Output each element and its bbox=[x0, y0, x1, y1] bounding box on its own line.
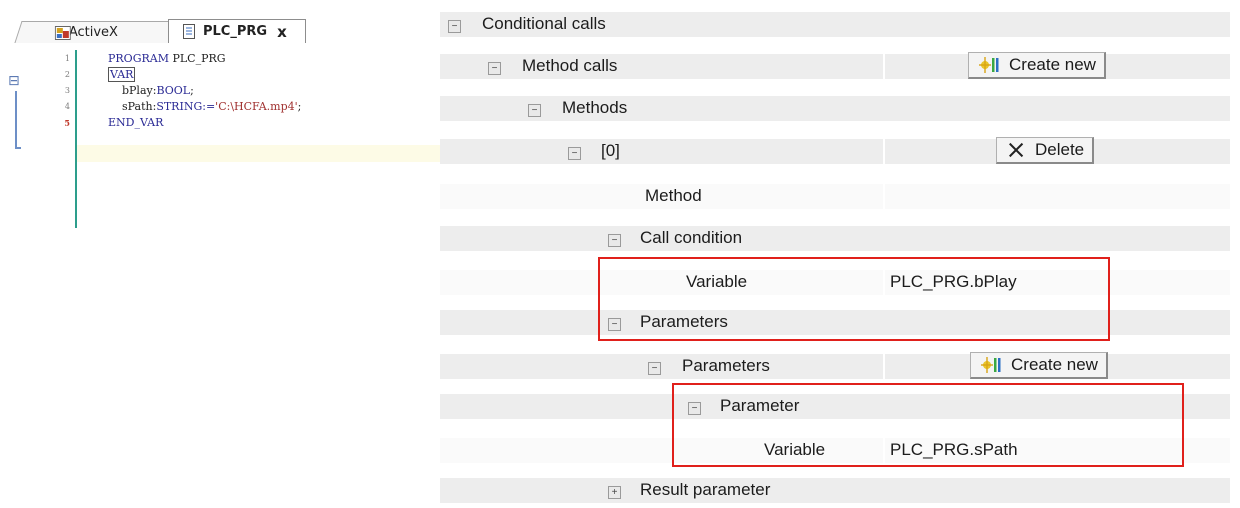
string-literal: 'C:\HCFA.mp4' bbox=[215, 100, 298, 113]
grid-row-parameters-list[interactable]: − Parameters Create new bbox=[440, 350, 1230, 380]
pou-icon bbox=[183, 24, 195, 39]
row-label: Parameters bbox=[640, 312, 728, 331]
type-keyword: STRING bbox=[156, 100, 203, 113]
activex-icon bbox=[54, 26, 71, 40]
delete-label: Delete bbox=[1035, 140, 1085, 159]
row-label: Method calls bbox=[522, 56, 618, 75]
code-line: VAR bbox=[108, 67, 301, 83]
new-item-icon bbox=[981, 357, 1001, 373]
code-line: sPath:STRING:='C:\HCFA.mp4'; bbox=[108, 99, 301, 115]
grid-row-parameter[interactable]: − Parameter bbox=[440, 390, 1230, 420]
row-label: [0] bbox=[601, 141, 620, 160]
editor-margin-line bbox=[75, 50, 77, 228]
create-new-button[interactable]: Create new bbox=[970, 352, 1108, 379]
keyword: PROGRAM bbox=[108, 52, 169, 65]
code-line: END_VAR bbox=[108, 115, 301, 131]
fold-bracket bbox=[15, 91, 17, 149]
close-icon[interactable]: x bbox=[277, 23, 287, 41]
grid-row-parameters-group[interactable]: − Parameters bbox=[440, 306, 1230, 336]
collapse-icon[interactable]: − bbox=[488, 62, 501, 75]
identifier: PLC_PRG bbox=[168, 52, 226, 65]
grid-row-method[interactable]: Method bbox=[440, 180, 1230, 210]
line-number: 1 bbox=[64, 54, 70, 63]
row-label: Parameter bbox=[720, 396, 800, 415]
row-label: Variable bbox=[764, 440, 826, 459]
keyword: END_VAR bbox=[108, 116, 164, 129]
collapse-icon[interactable]: − bbox=[528, 104, 541, 117]
code-line: bPlay:BOOL; bbox=[108, 83, 301, 99]
grid-row-call-condition[interactable]: − Call condition bbox=[440, 222, 1230, 252]
variable-value-field[interactable]: PLC_PRG.bPlay bbox=[890, 272, 1017, 292]
editor-tabstrip: ActiveX PLC_PRG x bbox=[0, 14, 440, 44]
line-number: 3 bbox=[64, 86, 70, 95]
identifier: sPath: bbox=[108, 100, 157, 113]
grid-row-call-variable[interactable]: Variable PLC_PRG.bPlay bbox=[440, 266, 1230, 296]
tab-plc-prg[interactable]: PLC_PRG x bbox=[168, 19, 306, 43]
code-text[interactable]: PROGRAM PLC_PRG VAR bPlay:BOOL; sPath:ST… bbox=[108, 51, 301, 131]
row-label: Result parameter bbox=[640, 480, 771, 499]
line-number: 4 bbox=[64, 102, 70, 111]
keyword: VAR bbox=[108, 67, 136, 82]
collapse-icon[interactable]: − bbox=[608, 234, 621, 247]
punctuation: ; bbox=[190, 84, 194, 97]
line-number-current: 5 bbox=[64, 118, 70, 128]
code-line: PROGRAM PLC_PRG bbox=[108, 51, 301, 67]
grid-row-index-0[interactable]: − [0] Delete bbox=[440, 135, 1230, 165]
grid-row-result-parameter[interactable]: + Result parameter bbox=[440, 474, 1230, 504]
grid-row-methods[interactable]: − Methods bbox=[440, 92, 1230, 122]
operator: := bbox=[202, 100, 216, 113]
identifier: bPlay: bbox=[108, 84, 157, 97]
current-line-highlight bbox=[77, 145, 440, 162]
type-keyword: BOOL bbox=[156, 84, 191, 97]
delete-icon bbox=[1009, 142, 1024, 158]
row-label: Parameters bbox=[682, 356, 770, 375]
fold-bracket-end bbox=[15, 147, 21, 149]
collapse-icon[interactable]: − bbox=[648, 362, 661, 375]
row-label: Methods bbox=[562, 98, 628, 117]
grid-row-parameter-variable[interactable]: Variable PLC_PRG.sPath bbox=[440, 434, 1230, 464]
row-label: Variable bbox=[686, 272, 748, 291]
punctuation: ; bbox=[297, 100, 302, 113]
collapse-icon[interactable]: − bbox=[688, 402, 701, 415]
property-grid: − Conditional calls − Method calls Creat… bbox=[440, 0, 1240, 508]
grid-row-conditional-calls[interactable]: − Conditional calls bbox=[440, 8, 1230, 38]
collapse-icon[interactable]: − bbox=[448, 20, 461, 33]
grid-row-method-calls[interactable]: − Method calls Create new bbox=[440, 50, 1230, 80]
create-new-label: Create new bbox=[1009, 55, 1096, 74]
create-new-label: Create new bbox=[1011, 355, 1098, 374]
delete-button[interactable]: Delete bbox=[996, 137, 1095, 164]
code-editor: ActiveX PLC_PRG x ⊟ 1 2 3 4 5 PROGRAM PL… bbox=[0, 0, 440, 508]
row-label: Method bbox=[645, 186, 702, 205]
row-label: Conditional calls bbox=[482, 14, 606, 33]
collapse-icon[interactable]: − bbox=[608, 318, 621, 331]
fold-toggle-icon[interactable]: ⊟ bbox=[8, 74, 20, 88]
row-label: Call condition bbox=[640, 228, 743, 247]
variable-value-field[interactable]: PLC_PRG.sPath bbox=[890, 440, 1018, 460]
line-number-gutter: 1 2 3 4 5 bbox=[52, 51, 70, 131]
new-item-icon bbox=[979, 57, 999, 73]
expand-icon[interactable]: + bbox=[608, 486, 621, 499]
tab-plc-prg-label: PLC_PRG bbox=[203, 24, 268, 39]
tab-activex-label: ActiveX bbox=[68, 25, 118, 40]
create-new-button[interactable]: Create new bbox=[968, 52, 1106, 79]
collapse-icon[interactable]: − bbox=[568, 147, 581, 160]
line-number: 2 bbox=[64, 70, 70, 79]
